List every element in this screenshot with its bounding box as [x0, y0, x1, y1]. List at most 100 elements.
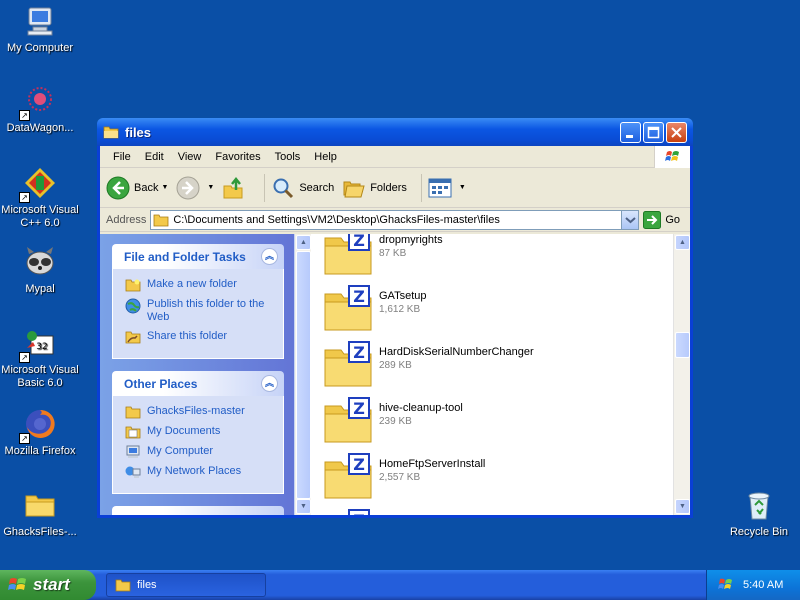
shortcut-arrow-icon: ↗	[19, 352, 30, 363]
go-arrow-icon	[643, 210, 662, 229]
toolbar-separator	[420, 173, 422, 202]
scroll-thumb[interactable]	[296, 251, 311, 499]
firefox-icon: ↗	[19, 407, 57, 444]
file-list: Z dropmyrights 87 KB Z GATsetup 1,612 KB…	[311, 234, 673, 515]
task-label: Publish this folder to the Web	[147, 298, 265, 323]
file-folder-tasks-header[interactable]: File and Folder Tasks ︽	[112, 244, 284, 269]
menu-favorites[interactable]: Favorites	[208, 151, 267, 163]
window-title: files	[125, 124, 152, 140]
taskbar: start files 5:40 AM	[0, 570, 800, 600]
svg-text:Z: Z	[353, 455, 365, 474]
scroll-up-icon[interactable]: ▲	[675, 235, 690, 250]
start-button[interactable]: start	[0, 570, 96, 600]
desktop-icon-recycle-bin[interactable]: Recycle Bin	[719, 488, 799, 539]
details-panel-header[interactable]	[112, 506, 284, 515]
menu-edit[interactable]: Edit	[138, 151, 171, 163]
file-item-partial[interactable]: Z	[323, 508, 379, 515]
desktop-icon-visual-cpp[interactable]: ↗ Microsoft Visual C++ 6.0	[0, 166, 80, 230]
chevron-down-icon	[625, 216, 636, 223]
toolbar-separator	[264, 173, 266, 202]
folder-icon	[153, 214, 169, 226]
scroll-down-icon[interactable]: ▼	[675, 499, 690, 514]
place-label: My Documents	[147, 425, 221, 437]
datawagon-icon: ↗	[19, 84, 57, 121]
recycle-bin-icon	[742, 488, 776, 522]
panel-title: Other Places	[124, 376, 198, 391]
back-label: Back	[134, 181, 159, 194]
svg-text:Z: Z	[353, 234, 365, 250]
folders-label: Folders	[370, 181, 407, 194]
publish-folder-link[interactable]: Publish this folder to the Web	[125, 298, 277, 324]
menu-tools[interactable]: Tools	[268, 151, 308, 163]
file-name: HardDiskSerialNumberChanger	[379, 346, 534, 358]
forward-dropdown-icon[interactable]: ▼	[207, 184, 214, 191]
shortcut-arrow-icon: ↗	[19, 110, 30, 121]
desktop-icon-label: Mypal	[25, 283, 55, 295]
folders-button[interactable]: Folders	[342, 176, 407, 200]
collapse-icon[interactable]: ︽	[261, 375, 278, 392]
security-center-icon[interactable]	[717, 577, 735, 593]
place-my-documents-link[interactable]: My Documents	[125, 425, 277, 439]
make-new-folder-link[interactable]: Make a new folder	[125, 278, 277, 292]
menu-bar: File Edit View Favorites Tools Help	[100, 146, 690, 168]
file-item[interactable]: Z HardDiskSerialNumberChanger 289 KB	[323, 340, 534, 390]
my-computer-icon	[126, 445, 140, 458]
other-places-header[interactable]: Other Places ︽	[112, 371, 284, 396]
minimize-icon	[626, 134, 633, 138]
address-dropdown-button[interactable]	[621, 210, 639, 229]
scroll-down-icon[interactable]: ▼	[296, 499, 311, 514]
menu-view[interactable]: View	[171, 151, 209, 163]
desktop-icon-mypal[interactable]: Mypal	[0, 245, 80, 296]
desktop-icon-label: Microsoft Visual Basic 6.0	[1, 364, 79, 389]
address-label: Address	[106, 213, 147, 226]
views-dropdown-icon[interactable]: ▼	[459, 184, 466, 191]
place-ghacksfiles-link[interactable]: GhacksFiles-master	[125, 405, 277, 419]
window-titlebar[interactable]: files	[97, 118, 693, 146]
taskpane-scrollbar[interactable]: ▲ ▼	[294, 234, 311, 515]
toolbar: Back ▼ ▼ Search Folders ▼	[100, 168, 690, 208]
maximize-button[interactable]	[643, 121, 664, 143]
file-item[interactable]: Z GATsetup 1,612 KB	[323, 284, 427, 334]
desktop-icon-visual-basic[interactable]: 32 ↗ Microsoft Visual Basic 6.0	[0, 326, 80, 390]
filelist-scrollbar[interactable]: ▲ ▼	[673, 234, 690, 515]
address-input[interactable]: C:\Documents and Settings\VM2\Desktop\Gh…	[150, 209, 640, 230]
place-my-computer-link[interactable]: My Computer	[125, 445, 277, 459]
close-button[interactable]	[666, 121, 687, 143]
back-dropdown-icon[interactable]: ▼	[161, 184, 168, 191]
zip-archive-icon: Z	[324, 397, 372, 443]
collapse-icon[interactable]: ︽	[261, 248, 278, 265]
task-pane: File and Folder Tasks ︽ Make a new folde…	[100, 234, 294, 515]
scroll-up-icon[interactable]: ▲	[296, 235, 311, 250]
views-button[interactable]: ▼	[428, 177, 466, 199]
desktop-icon-my-computer[interactable]: My Computer	[0, 4, 80, 55]
file-item[interactable]: Z HomeFtpServerInstall 2,557 KB	[323, 452, 485, 502]
search-button[interactable]: Search	[271, 176, 334, 200]
forward-button[interactable]: ▼	[176, 176, 214, 200]
scroll-thumb[interactable]	[675, 332, 690, 358]
up-folder-button[interactable]	[222, 176, 250, 200]
back-button[interactable]: Back ▼	[106, 176, 168, 200]
folders-icon	[343, 181, 365, 197]
go-button[interactable]: Go	[643, 210, 680, 229]
menu-help[interactable]: Help	[307, 151, 344, 163]
views-icon	[428, 178, 452, 197]
visual-cpp-icon: ↗	[19, 166, 57, 203]
other-places-panel: Other Places ︽ GhacksFiles-master My Doc…	[112, 371, 284, 494]
share-folder-link[interactable]: Share this folder	[125, 330, 277, 344]
search-icon	[273, 178, 294, 198]
explorer-window: files File Edit View Favorites Tools Hel…	[97, 118, 693, 518]
desktop-icon-ghacksfiles[interactable]: GhacksFiles-...	[0, 488, 80, 539]
address-path: C:\Documents and Settings\VM2\Desktop\Gh…	[173, 213, 500, 226]
taskbar-item-files[interactable]: files	[106, 573, 266, 597]
menu-file[interactable]: File	[106, 151, 138, 163]
address-bar: Address C:\Documents and Settings\VM2\De…	[100, 208, 690, 232]
place-network-link[interactable]: My Network Places	[125, 465, 277, 479]
desktop-icon-datawagon[interactable]: ↗ DataWagon...	[0, 84, 80, 135]
minimize-button[interactable]	[620, 121, 641, 143]
file-item[interactable]: Z hive-cleanup-tool 239 KB	[323, 396, 463, 446]
windows-logo-icon	[654, 146, 690, 168]
file-item[interactable]: Z dropmyrights 87 KB	[323, 234, 443, 278]
svg-text:Z: Z	[353, 287, 365, 306]
desktop-icon-firefox[interactable]: ↗ Mozilla Firefox	[0, 407, 80, 458]
close-icon	[671, 126, 682, 138]
